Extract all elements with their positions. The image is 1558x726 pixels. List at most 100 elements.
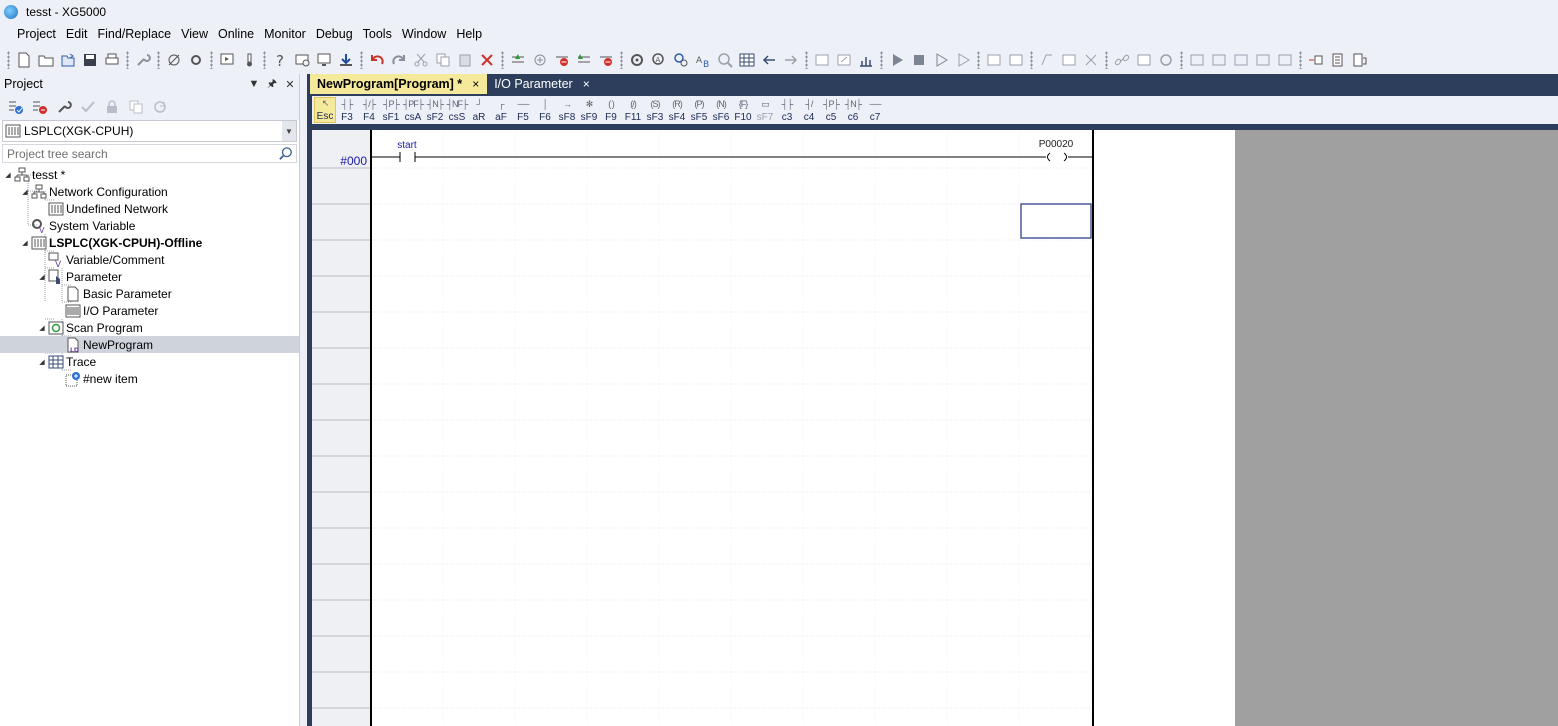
contact-label[interactable]: start xyxy=(397,140,417,151)
menu-debug[interactable]: Debug xyxy=(311,23,358,46)
ld-tool-inverse-coil[interactable]: (/) F11 xyxy=(622,97,644,123)
step-over-button[interactable] xyxy=(952,49,974,71)
ld-tool-negative-contact[interactable]: ┤N├ sF2 xyxy=(424,97,446,123)
layout-4-button[interactable] xyxy=(1252,49,1274,71)
tree-item-network-configuration[interactable]: ◢ Network Configuration xyxy=(21,183,168,200)
grid-button[interactable] xyxy=(736,49,758,71)
menu-window[interactable]: Window xyxy=(397,23,451,46)
ld-tool-vertical-line-2[interactable]: ┌ aF xyxy=(490,97,512,123)
toolbar-grip[interactable] xyxy=(1180,50,1183,69)
find-button[interactable]: A xyxy=(648,49,670,71)
ld-tool-c6[interactable]: ┤N├ c6 xyxy=(842,97,864,123)
ld-tool-set-coil[interactable]: (S) sF3 xyxy=(644,97,666,123)
set-breakpoint-button[interactable] xyxy=(1036,49,1058,71)
toolbar-grip[interactable] xyxy=(501,50,504,69)
forward-button[interactable] xyxy=(780,49,802,71)
device-info-button[interactable] xyxy=(291,49,313,71)
tree-item-variable-comment[interactable]: V Variable/Comment xyxy=(46,251,164,268)
toolbar-grip[interactable] xyxy=(157,50,160,69)
cross-reference-button[interactable] xyxy=(670,49,692,71)
menu-online[interactable]: Online xyxy=(213,23,259,46)
toolbar-grip[interactable] xyxy=(805,50,808,69)
device-selector[interactable]: LSPLC(XGK-CPUH) ▼ xyxy=(2,120,297,142)
tree-item-scan-program[interactable]: ◢ Scan Program xyxy=(38,319,142,336)
write-button[interactable] xyxy=(216,49,238,71)
back-button[interactable] xyxy=(758,49,780,71)
wrench-button[interactable] xyxy=(132,49,154,71)
menu-edit[interactable]: Edit xyxy=(61,23,93,46)
find-device-button[interactable] xyxy=(626,49,648,71)
step-run-button[interactable] xyxy=(930,49,952,71)
layout-1-button[interactable] xyxy=(1186,49,1208,71)
remove-item-button[interactable] xyxy=(28,96,52,118)
ld-tool-positive-coil[interactable]: (P) sF5 xyxy=(688,97,710,123)
project-tree-search-input[interactable] xyxy=(3,146,276,161)
ld-tool-horizontal-line[interactable]: ── F5 xyxy=(512,97,534,123)
search-icon[interactable] xyxy=(276,146,296,161)
print-button[interactable] xyxy=(101,49,123,71)
monitor-start-button[interactable] xyxy=(983,49,1005,71)
ld-tool-positive-contact[interactable]: ┤P├ sF1 xyxy=(380,97,402,123)
menu-tools[interactable]: Tools xyxy=(358,23,397,46)
ld-tool-c5[interactable]: ┤P├ c5 xyxy=(820,97,842,123)
link-button[interactable] xyxy=(1111,49,1133,71)
coil-label[interactable]: P00020 xyxy=(1039,139,1074,150)
menu-help[interactable]: Help xyxy=(451,23,487,46)
toolbar-grip[interactable] xyxy=(880,50,883,69)
panel-dropdown-icon[interactable]: ▼ xyxy=(245,78,263,90)
replace-button[interactable]: AB xyxy=(692,49,714,71)
toolbar-grip[interactable] xyxy=(1105,50,1108,69)
collapse-arrow-icon[interactable]: ◢ xyxy=(4,171,12,179)
online-edit-button[interactable] xyxy=(811,49,833,71)
insert-cell-button[interactable] xyxy=(529,49,551,71)
ld-tool-continuous-line[interactable]: → sF8 xyxy=(556,97,578,123)
redo-button[interactable] xyxy=(388,49,410,71)
toolbar-grip[interactable] xyxy=(620,50,623,69)
download-button[interactable] xyxy=(335,49,357,71)
menu-project[interactable]: Project xyxy=(12,23,61,46)
tab-newprogram[interactable]: NewProgram[Program] * × xyxy=(310,74,488,94)
tree-item-undefined-network[interactable]: Undefined Network xyxy=(46,200,168,217)
device-monitor-button[interactable] xyxy=(1349,49,1371,71)
tab-io-parameter[interactable]: I/O Parameter × xyxy=(487,74,598,94)
toolbar-grip[interactable] xyxy=(210,50,213,69)
close-icon[interactable]: × xyxy=(583,77,590,91)
compile-button[interactable] xyxy=(855,49,877,71)
sync-button[interactable] xyxy=(148,96,172,118)
toolbar-grip[interactable] xyxy=(7,50,10,69)
pin-icon[interactable]: 🖈 xyxy=(263,75,281,94)
new-project-button[interactable] xyxy=(13,49,35,71)
zoom-button[interactable] xyxy=(714,49,736,71)
ld-tool-esc[interactable]: ↖ Esc xyxy=(314,97,336,123)
tree-item-parameter[interactable]: ◢ Parameter xyxy=(38,268,122,285)
online-write-button[interactable] xyxy=(833,49,855,71)
properties-button[interactable] xyxy=(1327,49,1349,71)
ladder-canvas[interactable]: #000 start P00020 xyxy=(312,130,1235,726)
paste-button[interactable] xyxy=(454,49,476,71)
ld-tool-c3[interactable]: ┤├ c3 xyxy=(776,97,798,123)
menu-view[interactable]: View xyxy=(176,23,213,46)
insert-block-button[interactable] xyxy=(573,49,595,71)
delete-block-button[interactable] xyxy=(595,49,617,71)
tree-item-project[interactable]: ◢ tesst * xyxy=(4,166,65,183)
run-button[interactable] xyxy=(886,49,908,71)
toolbar-grip[interactable] xyxy=(977,50,980,69)
ld-tool-c7[interactable]: ── c7 xyxy=(864,97,886,123)
close-icon[interactable]: × xyxy=(472,77,479,91)
copy-button[interactable] xyxy=(432,49,454,71)
diagnose-button[interactable] xyxy=(1133,49,1155,71)
ld-tool-reset-coil[interactable]: (R) sF4 xyxy=(666,97,688,123)
add-item-button[interactable] xyxy=(4,96,28,118)
collapse-arrow-icon[interactable]: ◢ xyxy=(38,358,46,366)
ld-tool-c4[interactable]: ┤/ c4 xyxy=(798,97,820,123)
ld-tool-negative-coil[interactable]: (N) sF6 xyxy=(710,97,732,123)
lock-button[interactable] xyxy=(100,96,124,118)
save-button[interactable] xyxy=(79,49,101,71)
ld-tool-function[interactable]: {F} F10 xyxy=(732,97,754,123)
connect-button[interactable] xyxy=(163,49,185,71)
collapse-arrow-icon[interactable]: ◢ xyxy=(38,324,46,332)
tree-item-newprogram[interactable]: LD NewProgram xyxy=(0,336,299,353)
toolbar-grip[interactable] xyxy=(126,50,129,69)
delete-line-button[interactable] xyxy=(551,49,573,71)
tree-item-io-parameter[interactable]: I/O Parameter xyxy=(63,302,158,319)
